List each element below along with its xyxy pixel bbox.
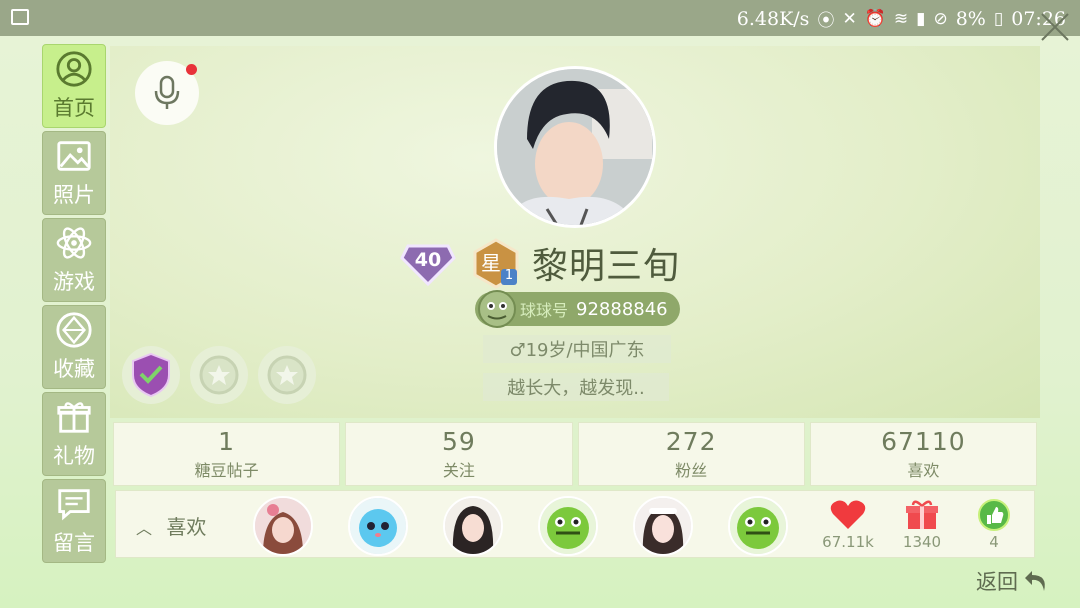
green-mascot-icon — [540, 498, 596, 554]
thumbs-up-icon — [978, 499, 1010, 531]
message-icon — [58, 489, 90, 521]
sidebar-item-photos[interactable]: 照片 — [42, 131, 106, 215]
thumbs-count: 4 — [989, 533, 999, 551]
shield-icon — [132, 352, 170, 398]
fan-avatar[interactable] — [443, 496, 503, 556]
achievement-badge-locked[interactable] — [258, 346, 316, 404]
stat-value: 1 — [218, 427, 236, 456]
profile-name-row: 40 星 1 黎明三旬 — [400, 235, 680, 291]
signature-text: 越长大，越发现.. — [507, 378, 645, 399]
fan-photo — [255, 498, 311, 554]
battery-percent: 8% — [955, 7, 986, 30]
medal-icon — [199, 355, 239, 395]
sidebar-item-label: 收藏 — [53, 357, 95, 381]
fan-photo — [445, 498, 501, 554]
fan-avatar[interactable] — [253, 496, 313, 556]
close-icon[interactable] — [1038, 10, 1072, 44]
microphone-icon — [154, 75, 180, 109]
return-arrow-icon — [1025, 571, 1045, 591]
notification-dot — [186, 64, 197, 75]
sidebar-item-label: 留言 — [53, 531, 95, 555]
stat-label: 喜欢 — [907, 461, 940, 480]
profile-stats: 1 糖豆帖子 59 关注 272 粉丝 67110 喜欢 — [113, 422, 1037, 486]
sidebar: 首页 照片 游戏 收藏 礼物 留言 — [42, 44, 108, 566]
back-button[interactable]: 返回 — [976, 566, 1050, 596]
sidebar-item-label: 游戏 — [53, 270, 95, 294]
star-badge-label: 星 — [481, 251, 501, 275]
gallery-notification-icon — [11, 9, 29, 25]
image-icon — [57, 141, 91, 171]
green-mascot-icon — [730, 498, 786, 554]
star-level: 1 — [504, 268, 514, 283]
gender-age-location: ♂19岁/中国广东 — [483, 335, 671, 363]
user-circle-icon — [56, 51, 92, 87]
signal-icon: ▮ — [916, 8, 926, 29]
achievement-badges — [122, 346, 316, 404]
ball-mascot-icon — [478, 290, 516, 328]
stat-label: 糖豆帖子 — [194, 461, 259, 480]
chevron-up-icon: ︿ — [136, 519, 153, 538]
fan-photo — [635, 498, 691, 554]
sidebar-item-messages[interactable]: 留言 — [42, 479, 106, 563]
gender-age-location-text: ♂19岁/中国广东 — [509, 340, 645, 361]
stat-likes[interactable]: 67110 喜欢 — [809, 422, 1037, 486]
thumbs-metric[interactable]: 4 — [964, 499, 1024, 551]
achievement-badge-earned[interactable] — [122, 346, 180, 404]
fan-avatar[interactable] — [538, 496, 598, 556]
stat-value: 272 — [665, 427, 717, 456]
signature-box: 越长大，越发现.. — [483, 373, 669, 401]
profile-name: 黎明三旬 — [532, 246, 681, 287]
back-label: 返回 — [976, 570, 1018, 594]
blue-mascot-icon — [350, 498, 406, 554]
likes-toggle[interactable]: ︿ 喜欢 — [136, 511, 206, 540]
stat-posts[interactable]: 1 糖豆帖子 — [113, 422, 341, 486]
sidebar-item-home[interactable]: 首页 — [42, 44, 106, 128]
avatar-photo — [497, 69, 653, 225]
gem-icon — [56, 312, 92, 348]
id-number: 92888846 — [576, 298, 668, 320]
id-label: 球球号 — [520, 301, 569, 320]
mute-icon: ✕ — [842, 8, 857, 29]
status-bar: 6.48K/s ⦿ ✕ ⏰ ≋ ▮ ⊘ 8% ▯ 07:26 — [0, 0, 1080, 36]
level-badge[interactable]: 40 — [400, 240, 456, 287]
likes-count: 67.11k — [822, 533, 874, 551]
atom-icon — [56, 227, 92, 259]
star-badge[interactable]: 星 1 — [470, 237, 522, 289]
medal-icon — [267, 355, 307, 395]
stat-label: 关注 — [442, 461, 475, 480]
fan-avatar[interactable] — [348, 496, 408, 556]
fan-avatar[interactable] — [728, 496, 788, 556]
stat-value: 59 — [441, 427, 476, 456]
sidebar-item-games[interactable]: 游戏 — [42, 218, 106, 302]
achievement-badge-locked[interactable] — [190, 346, 248, 404]
sidebar-item-favorites[interactable]: 收藏 — [42, 305, 106, 389]
gifts-metric[interactable]: 1340 — [892, 499, 952, 551]
heart-icon — [830, 500, 866, 529]
network-speed: 6.48K/s — [736, 7, 810, 30]
wifi-icon: ≋ — [893, 8, 909, 29]
sidebar-item-label: 首页 — [53, 96, 95, 120]
likes-section: ︿ 喜欢 67.11k 1340 4 — [115, 490, 1035, 558]
voice-button[interactable] — [135, 61, 199, 125]
likes-metric[interactable]: 67.11k — [818, 499, 878, 551]
stat-label: 粉丝 — [675, 461, 708, 480]
stat-value: 67110 — [881, 427, 966, 456]
stat-following[interactable]: 59 关注 — [345, 422, 573, 486]
sidebar-item-label: 礼物 — [53, 444, 95, 468]
likes-title: 喜欢 — [166, 515, 207, 539]
profile-avatar[interactable] — [494, 66, 656, 228]
profile-id-pill[interactable]: 球球号 92888846 — [475, 290, 680, 328]
level-number: 40 — [414, 249, 442, 271]
dnd-icon: ⊘ — [933, 8, 948, 29]
gifts-count: 1340 — [902, 533, 942, 551]
gift-icon — [57, 402, 91, 433]
stat-fans[interactable]: 272 粉丝 — [577, 422, 805, 486]
sidebar-item-label: 照片 — [53, 183, 95, 207]
fan-avatar[interactable] — [633, 496, 693, 556]
sidebar-item-gifts[interactable]: 礼物 — [42, 392, 106, 476]
location-icon: ⦿ — [817, 11, 835, 31]
battery-icon: ▯ — [993, 8, 1004, 29]
alarm-icon: ⏰ — [864, 8, 886, 29]
gift-icon — [906, 500, 938, 529]
